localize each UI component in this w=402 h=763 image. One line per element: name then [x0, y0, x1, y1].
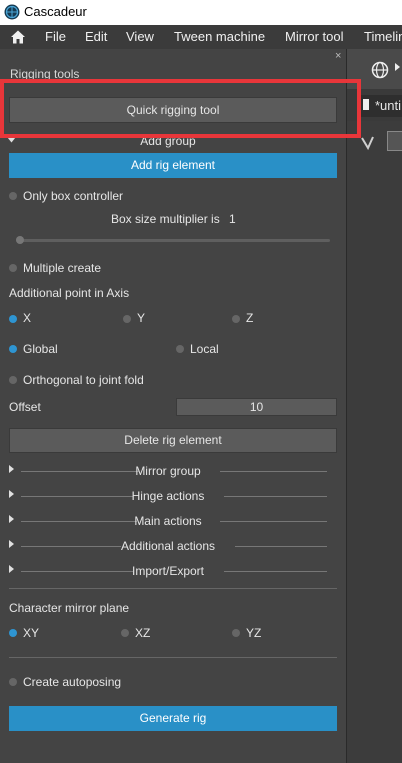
import-export-toggle[interactable]: Import/Export — [9, 564, 327, 578]
plane-xz-label: XZ — [135, 626, 151, 640]
title-bar: Cascadeur — [0, 0, 402, 25]
axis-x-radio[interactable] — [9, 315, 17, 323]
axis-z-label: Z — [246, 311, 254, 325]
menu-mirror-tool[interactable]: Mirror tool — [285, 29, 344, 44]
plane-yz-radio[interactable] — [232, 629, 240, 637]
character-mirror-plane-label: Character mirror plane — [9, 601, 130, 615]
menu-timeline[interactable]: Timelin — [364, 29, 402, 44]
local-label: Local — [190, 342, 219, 356]
only-box-controller-checkbox[interactable] — [9, 192, 17, 200]
plane-xz-radio[interactable] — [121, 629, 129, 637]
box-size-value: 1 — [229, 212, 236, 226]
additional-point-label: Additional point in Axis — [9, 286, 130, 300]
cascadeur-logo-icon — [4, 4, 20, 20]
scene-tab[interactable]: *unti — [361, 95, 402, 117]
divider — [9, 657, 337, 658]
hinge-actions-toggle[interactable]: Hinge actions — [9, 489, 327, 503]
menu-edit[interactable]: Edit — [85, 29, 107, 44]
menu-view[interactable]: View — [126, 29, 154, 44]
divider — [9, 588, 337, 589]
menu-file[interactable]: File — [45, 29, 66, 44]
panel-close-icon[interactable]: × — [335, 50, 341, 62]
menu-tween-machine[interactable]: Tween machine — [174, 29, 265, 44]
plane-xy-label: XY — [23, 626, 40, 640]
offset-input[interactable]: 10 — [176, 398, 337, 416]
menu-bar: File Edit View Tween machine Mirror tool… — [0, 25, 402, 49]
generate-rig-label: Generate rig — [139, 711, 207, 725]
axis-x-label: X — [23, 311, 32, 325]
delete-rig-element-button[interactable]: Delete rig element — [9, 428, 337, 453]
globe-icon[interactable] — [371, 61, 389, 79]
divider — [220, 521, 327, 522]
play-icon[interactable] — [395, 63, 400, 71]
app-title: Cascadeur — [24, 4, 87, 19]
gizmo-icon[interactable] — [361, 133, 381, 151]
global-label: Global — [23, 342, 58, 356]
box-size-slider-handle[interactable] — [16, 236, 24, 244]
rigging-tools-panel: Rigging tools × Quick rigging tool Add g… — [0, 49, 345, 763]
axis-y-radio[interactable] — [123, 315, 131, 323]
only-box-controller-label: Only box controller — [23, 189, 124, 203]
generate-rig-button[interactable]: Generate rig — [9, 706, 337, 731]
create-autoposing-checkbox[interactable] — [9, 678, 17, 686]
viewport[interactable] — [347, 121, 402, 763]
divider — [224, 571, 327, 572]
axis-y-label: Y — [137, 311, 146, 325]
add-rig-element-button[interactable]: Add rig element — [9, 153, 337, 178]
viewport-pane: *unti — [346, 49, 402, 763]
add-rig-element-label: Add rig element — [130, 158, 216, 172]
global-radio[interactable] — [9, 345, 17, 353]
main-actions-toggle[interactable]: Main actions — [9, 514, 327, 528]
document-icon — [363, 99, 369, 110]
mirror-group-toggle[interactable]: Mirror group — [9, 464, 327, 478]
multiple-create-label: Multiple create — [23, 261, 102, 275]
delete-rig-element-label: Delete rig element — [124, 433, 222, 447]
plane-xy-radio[interactable] — [9, 629, 17, 637]
box-size-label: Box size multiplier is — [111, 212, 220, 226]
offset-label: Offset — [9, 400, 41, 414]
scene-tab-label: *unti — [375, 98, 402, 113]
axis-z-radio[interactable] — [232, 315, 240, 323]
highlight-box — [0, 79, 361, 138]
additional-actions-toggle[interactable]: Additional actions — [9, 539, 327, 553]
offset-value: 10 — [249, 400, 264, 414]
home-icon[interactable] — [10, 29, 26, 45]
orthogonal-checkbox[interactable] — [9, 376, 17, 384]
divider — [220, 471, 327, 472]
divider — [224, 496, 327, 497]
plane-yz-label: YZ — [246, 626, 262, 640]
viewport-side-toggle[interactable] — [387, 131, 402, 151]
create-autoposing-label: Create autoposing — [23, 675, 122, 689]
box-size-slider-track[interactable] — [16, 239, 330, 242]
divider — [235, 546, 327, 547]
orthogonal-label: Orthogonal to joint fold — [23, 373, 144, 387]
local-radio[interactable] — [176, 345, 184, 353]
multiple-create-checkbox[interactable] — [9, 264, 17, 272]
